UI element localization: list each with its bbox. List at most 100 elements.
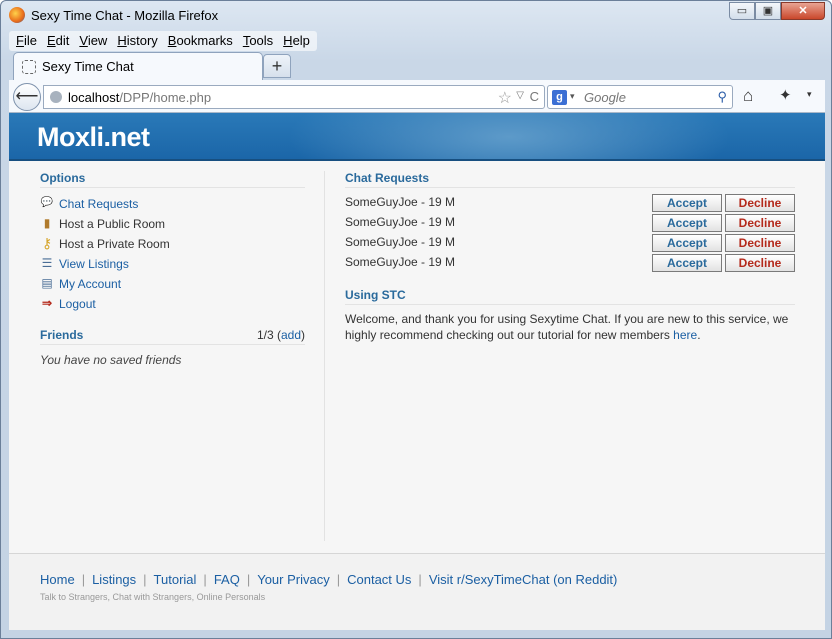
menu-help-label: elp [292, 33, 310, 48]
footer-link-privacy[interactable]: Your Privacy [257, 572, 330, 587]
option-label[interactable]: View Listings [59, 257, 129, 271]
decline-button[interactable]: Decline [725, 194, 795, 212]
chat-requests-title: Chat Requests [345, 171, 795, 188]
url-text: localhost/DPP/home.php [68, 90, 211, 105]
site-logo[interactable]: Moxli.net [37, 122, 150, 153]
menu-view[interactable]: View [74, 31, 112, 51]
using-stc-section: Using STC Welcome, and thank you for usi… [345, 288, 795, 343]
add-friend-link[interactable]: add [281, 328, 301, 342]
footer-links: Home | Listings | Tutorial | FAQ | Your Priv… [40, 572, 617, 587]
tab-label: Sexy Time Chat [42, 59, 134, 74]
menu-view-accel: V [79, 33, 88, 48]
addon-icon[interactable]: ✦ [779, 86, 792, 104]
options-list: 💬 Chat Requests ▮ Host a Public Room ⚷ H… [40, 196, 305, 316]
list-icon: ☰ [41, 256, 53, 270]
back-button[interactable]: ⟵ [13, 83, 41, 111]
menu-view-label: iew [87, 33, 108, 48]
chat-request-row: SomeGuyJoe - 19 M Accept Decline [345, 214, 795, 234]
search-engine-dropdown-icon[interactable]: ▾ [570, 91, 575, 102]
url-host: localhost [68, 90, 120, 105]
welcome-body: Welcome, and thank you for using Sexytim… [345, 312, 789, 342]
chat-request-row: SomeGuyJoe - 19 M Accept Decline [345, 194, 795, 214]
options-title: Options [40, 171, 305, 188]
footer-link-faq[interactable]: FAQ [214, 572, 240, 587]
option-label[interactable]: Host a Private Room [59, 237, 170, 251]
window-controls: ▭ ▣ ✕ [729, 2, 825, 20]
friends-heading: Friends [40, 328, 84, 342]
accept-button[interactable]: Accept [652, 254, 722, 272]
window-title: Sexy Time Chat - Mozilla Firefox [31, 8, 219, 23]
window-bottom-border [9, 630, 825, 636]
option-chat-requests[interactable]: 💬 Chat Requests [40, 196, 305, 216]
friends-title: Friends 1/3 (add) [40, 328, 305, 345]
menu-bookmarks-label: ookmarks [176, 33, 233, 48]
option-label[interactable]: My Account [59, 277, 121, 291]
firefox-icon [9, 7, 25, 23]
footer-separator: | [246, 572, 251, 587]
menu-file[interactable]: File [11, 31, 42, 51]
home-icon[interactable]: ⌂ [743, 86, 753, 106]
option-label[interactable]: Chat Requests [59, 197, 138, 211]
menu-edit[interactable]: Edit [42, 31, 74, 51]
bookmark-star-icon[interactable]: ☆ [498, 88, 512, 108]
globe-icon [50, 91, 62, 103]
footer-link-listings[interactable]: Listings [92, 572, 136, 587]
footer-separator: | [203, 572, 207, 587]
search-icon[interactable]: ⚲ [717, 89, 727, 105]
menu-tools-label: ools [249, 33, 274, 48]
footer-link-contact[interactable]: Contact Us [347, 572, 411, 587]
tab-sexy-time-chat[interactable]: Sexy Time Chat [13, 52, 263, 80]
menu-help[interactable]: Help [278, 31, 315, 51]
option-my-account[interactable]: ▤ My Account [40, 276, 305, 296]
option-logout[interactable]: ⇒ Logout [40, 296, 305, 316]
friends-section: Friends 1/3 (add) You have no saved frie… [40, 328, 305, 367]
tutorial-here-link[interactable]: here [673, 328, 697, 342]
option-label[interactable]: Logout [59, 297, 96, 311]
site-header: Moxli.net [9, 113, 825, 161]
new-tab-button[interactable]: + [263, 54, 291, 78]
option-view-listings[interactable]: ☰ View Listings [40, 256, 305, 276]
chat-requests-list: SomeGuyJoe - 19 M Accept Decline SomeGuy… [345, 194, 795, 274]
reload-icon[interactable]: C [530, 89, 539, 104]
right-column: Chat Requests SomeGuyJoe - 19 M Accept D… [345, 171, 795, 343]
footer-link-home[interactable]: Home [40, 572, 75, 587]
footer-separator: | [81, 572, 86, 587]
menu-tools[interactable]: Tools [238, 31, 278, 51]
menu-file-label: ile [23, 33, 37, 48]
google-icon[interactable]: g [552, 90, 567, 105]
decline-button[interactable]: Decline [725, 254, 795, 272]
option-host-private-room[interactable]: ⚷ Host a Private Room [40, 236, 305, 256]
footer-link-tutorial[interactable]: Tutorial [154, 572, 197, 587]
arrow-right-icon: ⇒ [41, 296, 53, 310]
url-path: /DPP/home.php [119, 90, 212, 105]
address-bar[interactable]: localhost/DPP/home.php ☆ ▽ C [43, 85, 545, 109]
speech-bubble-icon: 💬 [40, 197, 54, 208]
close-window-button[interactable]: ✕ [781, 2, 825, 20]
maximize-button[interactable]: ▣ [755, 2, 781, 20]
tab-strip: Sexy Time Chat + [9, 52, 825, 80]
option-host-public-room[interactable]: ▮ Host a Public Room [40, 216, 305, 236]
menu-file-accel: F [16, 33, 24, 48]
url-history-dropdown-icon[interactable]: ▽ [516, 90, 524, 101]
page-loading-icon [22, 60, 36, 74]
search-bar[interactable]: g ▾ Google ⚲ [547, 85, 733, 109]
site-footer: Home | Listings | Tutorial | FAQ | Your Priv… [9, 553, 825, 630]
accept-button[interactable]: Accept [652, 234, 722, 252]
accept-button[interactable]: Accept [652, 194, 722, 212]
toolbar-overflow-icon[interactable]: ▾ [807, 89, 812, 100]
menu-bookmarks[interactable]: Bookmarks [163, 31, 238, 51]
menu-help-accel: H [283, 33, 293, 48]
requester-name: SomeGuyJoe - 19 M [345, 235, 456, 249]
left-column: Options 💬 Chat Requests ▮ Host a Public … [40, 171, 305, 367]
id-card-icon: ▤ [41, 276, 53, 290]
decline-button[interactable]: Decline [725, 214, 795, 232]
footer-link-reddit[interactable]: Visit r/SexyTimeChat (on Reddit) [429, 572, 618, 587]
search-placeholder: Google [584, 90, 626, 105]
minimize-button[interactable]: ▭ [729, 2, 755, 20]
requester-name: SomeGuyJoe - 19 M [345, 255, 456, 269]
decline-button[interactable]: Decline [725, 234, 795, 252]
title-bar: Sexy Time Chat - Mozilla Firefox ▭ ▣ ✕ [1, 1, 831, 29]
option-label[interactable]: Host a Public Room [59, 217, 165, 231]
menu-history[interactable]: History [112, 31, 162, 51]
accept-button[interactable]: Accept [652, 214, 722, 232]
